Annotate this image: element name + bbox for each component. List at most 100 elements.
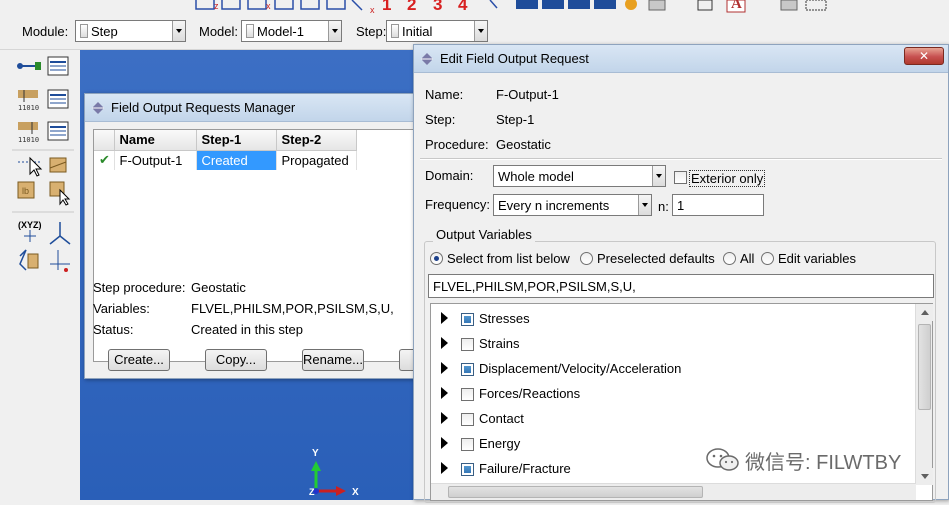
- toolbar-number-3[interactable]: 3: [433, 0, 442, 15]
- column-header-name[interactable]: Name: [114, 130, 197, 151]
- radio-select-from-list-label[interactable]: Select from list below: [447, 251, 570, 266]
- column-header-step2[interactable]: Step-2: [276, 130, 357, 151]
- toolbox-icons[interactable]: 11010 11010 lb: [0, 50, 80, 500]
- expand-arrow-icon[interactable]: [441, 312, 448, 324]
- radio-all[interactable]: [723, 252, 736, 265]
- chevron-down-icon[interactable]: [474, 21, 487, 41]
- axis-y-label: Y: [312, 448, 319, 459]
- frequency-select[interactable]: Every n increments: [493, 194, 652, 216]
- history-output-icon: 11010: [18, 122, 39, 144]
- field-output-icon: 11010: [18, 90, 39, 112]
- expand-arrow-icon[interactable]: [441, 437, 448, 449]
- domain-select-value: Whole model: [498, 169, 574, 184]
- step-select-handle: [391, 24, 399, 38]
- manager-title-bar[interactable]: Field Output Requests Manager: [85, 94, 418, 122]
- radio-edit-variables[interactable]: [761, 252, 774, 265]
- n-input-value: 1: [677, 198, 685, 213]
- exterior-only-label[interactable]: Exterior only: [689, 170, 766, 187]
- cell-step2[interactable]: Propagated: [276, 150, 357, 170]
- module-select-value: Step: [91, 24, 118, 39]
- tree-checkbox[interactable]: [461, 338, 474, 351]
- procedure-label: Procedure:: [425, 137, 489, 152]
- status-label: Status:: [93, 322, 134, 337]
- create-button[interactable]: Create...: [108, 349, 170, 371]
- tree-checkbox[interactable]: [461, 363, 474, 376]
- scroll-up-icon[interactable]: [916, 304, 933, 321]
- output-variables-title: Output Variables: [433, 227, 535, 242]
- scroll-thumb-horizontal[interactable]: [448, 486, 703, 498]
- xyz-label: (XYZ): [18, 220, 42, 230]
- tree-vertical-scrollbar[interactable]: [915, 304, 933, 485]
- model-select-handle: [246, 24, 254, 38]
- expand-arrow-icon[interactable]: [441, 462, 448, 474]
- radio-preselected-defaults[interactable]: [580, 252, 593, 265]
- svg-text:z: z: [214, 1, 219, 11]
- table-row[interactable]: ✔ F-Output-1 Created Propagated: [94, 150, 357, 170]
- axis-x-label: X: [352, 487, 359, 498]
- tree-item-strains[interactable]: Strains: [431, 331, 916, 356]
- radio-all-label[interactable]: All: [740, 251, 754, 266]
- toolbar-number-1[interactable]: 1: [382, 0, 391, 15]
- radio-select-from-list[interactable]: [430, 252, 443, 265]
- rename-button[interactable]: Rename...: [302, 349, 364, 371]
- axis-z-label: Z: [309, 487, 315, 497]
- variables-text-field[interactable]: FLVEL,PHILSM,POR,PSILSM,S,U,: [428, 274, 934, 298]
- variables-label: Variables:: [93, 301, 150, 316]
- chevron-down-icon[interactable]: [652, 166, 665, 186]
- svg-text:x: x: [370, 5, 375, 15]
- tree-checkbox[interactable]: [461, 463, 474, 476]
- exterior-only-checkbox[interactable]: [674, 171, 687, 184]
- tree-item-forces[interactable]: Forces/Reactions: [431, 381, 916, 406]
- tree-checkbox[interactable]: [461, 313, 474, 326]
- toolbar-number-4[interactable]: 4: [458, 0, 467, 15]
- tree-item-displacement[interactable]: Displacement/Velocity/Acceleration: [431, 356, 916, 381]
- radio-edit-variables-label[interactable]: Edit variables: [778, 251, 856, 266]
- csys-cross-icon: [24, 230, 36, 242]
- chevron-down-icon[interactable]: [328, 21, 341, 41]
- module-select-handle: [80, 24, 88, 38]
- step-manager-icon: [47, 56, 69, 76]
- scroll-down-icon[interactable]: [916, 468, 933, 485]
- field-output-manager-dialog: Field Output Requests Manager Name Step-…: [84, 93, 423, 379]
- point-axis-icon: [50, 250, 70, 272]
- toolbar-icons-strip[interactable]: zxx: [0, 0, 949, 16]
- tree-checkbox[interactable]: [461, 438, 474, 451]
- n-label: n:: [658, 199, 669, 214]
- svg-text:11010: 11010: [18, 136, 39, 144]
- module-select[interactable]: Step: [75, 20, 186, 42]
- module-label: Module:: [22, 24, 69, 39]
- close-button[interactable]: ✕: [904, 47, 944, 65]
- toolbox: 11010 11010 lb (XYZ): [0, 50, 80, 500]
- variables-value: FLVEL,PHILSM,POR,PSILSM,S,U,: [191, 301, 394, 316]
- status-check-icon: ✔: [94, 150, 115, 170]
- chevron-down-icon[interactable]: [638, 195, 651, 215]
- copy-button[interactable]: Copy...: [205, 349, 267, 371]
- tree-checkbox[interactable]: [461, 388, 474, 401]
- chevron-down-icon[interactable]: [172, 21, 185, 41]
- edit-title: Edit Field Output Request: [440, 51, 589, 66]
- tree-item-contact[interactable]: Contact: [431, 406, 916, 431]
- query-cursor-icon: [18, 156, 43, 177]
- tree-item-label: Stresses: [479, 311, 530, 326]
- tree-item-stresses[interactable]: Stresses: [431, 306, 916, 331]
- domain-select[interactable]: Whole model: [493, 165, 666, 187]
- cell-name[interactable]: F-Output-1: [114, 150, 197, 170]
- column-header-step1[interactable]: Step-1: [196, 130, 277, 151]
- toolbar-number-2[interactable]: 2: [407, 0, 416, 15]
- expand-arrow-icon[interactable]: [441, 387, 448, 399]
- text-tool-icon[interactable]: A: [731, 0, 742, 13]
- expand-arrow-icon[interactable]: [441, 412, 448, 424]
- edit-field-output-dialog: Edit Field Output Request ✕ Name: F-Outp…: [413, 44, 949, 503]
- radio-preselected-defaults-label[interactable]: Preselected defaults: [597, 251, 715, 266]
- model-select[interactable]: Model-1: [241, 20, 342, 42]
- expand-arrow-icon[interactable]: [441, 337, 448, 349]
- expand-arrow-icon[interactable]: [441, 362, 448, 374]
- edit-title-bar[interactable]: Edit Field Output Request ✕: [414, 45, 948, 73]
- scroll-thumb[interactable]: [918, 324, 931, 410]
- cell-step1[interactable]: Created: [196, 150, 277, 170]
- tree-horizontal-scrollbar[interactable]: [431, 483, 916, 500]
- step-select[interactable]: Initial: [386, 20, 488, 42]
- adaptive-mesh-icon: [49, 157, 67, 173]
- n-input[interactable]: 1: [672, 194, 764, 216]
- tree-checkbox[interactable]: [461, 413, 474, 426]
